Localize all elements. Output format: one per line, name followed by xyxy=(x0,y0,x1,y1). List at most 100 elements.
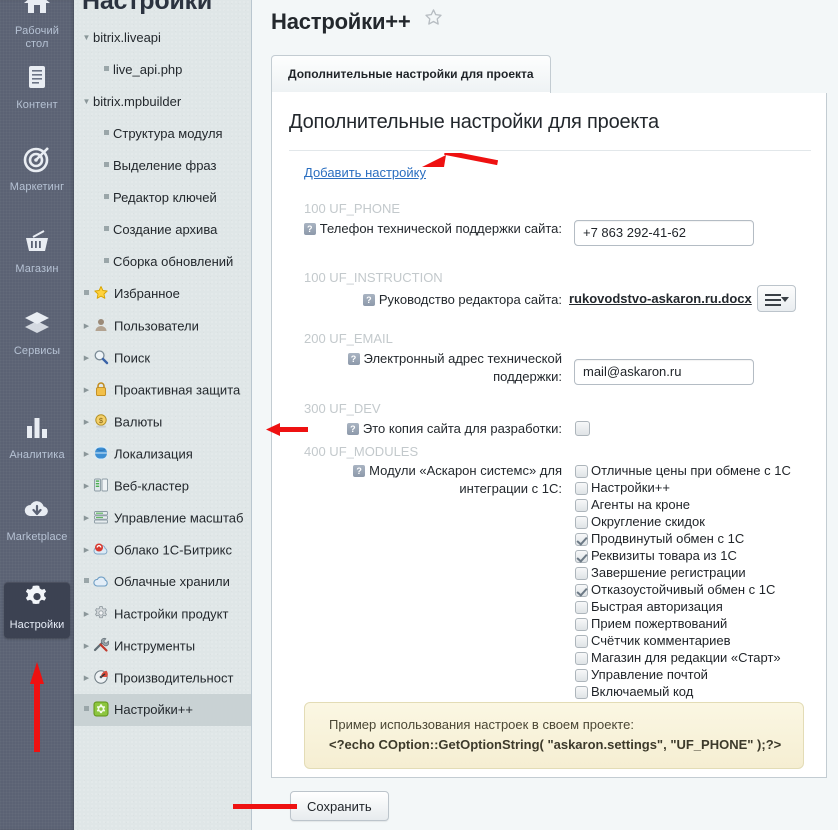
coin-icon: $ xyxy=(93,413,110,430)
module-checkbox-item[interactable]: Настройки++ xyxy=(575,479,791,496)
pointer-arrow-save xyxy=(233,804,297,809)
save-button[interactable]: Сохранить xyxy=(233,791,389,821)
module-checkbox-item[interactable]: Управление почтой xyxy=(575,666,791,683)
module-checkbox[interactable] xyxy=(575,600,588,614)
expand-toggle-icon[interactable] xyxy=(80,502,93,534)
module-checkbox[interactable] xyxy=(575,634,588,648)
field-row-phone: ? Телефон технической поддержки сайта: +7… xyxy=(272,220,828,260)
tree-item[interactable]: Сборка обновлений xyxy=(74,246,251,278)
tree-item[interactable]: Инструменты xyxy=(74,630,251,662)
rail-item-marketing[interactable]: Маркетинг xyxy=(4,144,70,200)
tree-item[interactable]: Редактор ключей xyxy=(74,182,251,214)
rail-item-services[interactable]: Сервисы xyxy=(4,308,70,364)
tree-item[interactable]: Создание архива xyxy=(74,214,251,246)
module-checkbox[interactable] xyxy=(575,549,588,563)
tree-item[interactable]: Производительност xyxy=(74,662,251,694)
module-checkbox[interactable] xyxy=(575,566,588,580)
tree-item[interactable]: bitrix.liveapi xyxy=(74,22,251,54)
expand-toggle-icon[interactable] xyxy=(80,22,93,54)
tab-additional-project-settings[interactable]: Дополнительные настройки для проекта xyxy=(271,55,551,94)
email-input[interactable]: mail@askaron.ru xyxy=(574,359,754,385)
dev-copy-checkbox[interactable] xyxy=(575,421,590,436)
module-checkbox-item[interactable]: Отличные цены при обмене с 1С xyxy=(575,462,791,479)
tree-item[interactable]: Веб-кластер xyxy=(74,470,251,502)
expand-toggle-icon[interactable] xyxy=(80,598,93,630)
module-checkbox-item[interactable]: Реквизиты товара из 1С xyxy=(575,547,791,564)
module-checkbox-item[interactable]: Магазин для редакции «Старт» xyxy=(575,649,791,666)
tree-item-label: Поиск xyxy=(114,350,151,366)
tree-item[interactable]: $ Валюты xyxy=(74,406,251,438)
help-icon[interactable]: ? xyxy=(346,422,359,435)
module-checkbox-item[interactable]: Продвинутый обмен с 1С xyxy=(575,530,791,547)
expand-toggle-icon[interactable] xyxy=(80,534,93,566)
module-checkbox-item[interactable]: Завершение регистрации xyxy=(575,564,791,581)
tree-item[interactable]: Пользователи xyxy=(74,310,251,342)
tree-item[interactable]: Настройки продукт xyxy=(74,598,251,630)
tree-item[interactable]: Проактивная защита xyxy=(74,374,251,406)
lock-icon xyxy=(93,381,110,398)
expand-toggle-icon[interactable] xyxy=(80,470,93,502)
phone-input[interactable]: +7 863 292-41-62 xyxy=(574,220,754,246)
tree-item[interactable]: Поиск xyxy=(74,342,251,374)
rail-item-content[interactable]: Контент xyxy=(4,62,70,118)
expand-toggle-icon[interactable] xyxy=(80,438,93,470)
expand-toggle-icon[interactable] xyxy=(80,342,93,374)
module-checkbox[interactable] xyxy=(575,532,588,546)
rail-label: Аналитика xyxy=(9,449,65,461)
module-checkbox[interactable] xyxy=(575,515,588,529)
module-checkbox-item[interactable]: Агенты на кроне xyxy=(575,496,791,513)
module-checkbox[interactable] xyxy=(575,668,588,682)
tree-item[interactable]: Избранное xyxy=(74,278,251,310)
expand-toggle-icon[interactable] xyxy=(80,406,93,438)
tree-item[interactable]: Управление масштаб xyxy=(74,502,251,534)
module-checkbox-label: Продвинутый обмен с 1С xyxy=(591,531,745,546)
rail-item-settings[interactable]: Настройки xyxy=(4,582,70,638)
help-icon[interactable]: ? xyxy=(303,222,316,235)
help-icon[interactable]: ? xyxy=(362,293,375,306)
tab-strip: Дополнительные настройки для проекта xyxy=(271,55,827,94)
expand-toggle-icon[interactable] xyxy=(80,86,93,118)
attached-file-link[interactable]: rukovodstvo-askaron.ru.docx xyxy=(569,291,752,306)
expand-toggle-icon[interactable] xyxy=(80,310,93,342)
group-header: 100 UF_PHONE xyxy=(304,201,401,216)
module-checkbox[interactable] xyxy=(575,583,588,597)
tree-item-label: Производительност xyxy=(114,670,234,686)
module-checkbox[interactable] xyxy=(575,464,588,478)
cloud-icon xyxy=(93,573,110,590)
module-checkbox-item[interactable]: Быстрая авторизация xyxy=(575,598,791,615)
module-checkbox[interactable] xyxy=(575,498,588,512)
tree-item[interactable]: Локализация xyxy=(74,438,251,470)
module-checkbox-item[interactable]: Округление скидок xyxy=(575,513,791,530)
tree-item[interactable]: Структура модуля xyxy=(74,118,251,150)
expand-toggle-icon[interactable] xyxy=(80,630,93,662)
tree-item[interactable]: live_api.php xyxy=(74,54,251,86)
module-checkbox-item[interactable]: Прием пожертвований xyxy=(575,615,791,632)
module-checkbox[interactable] xyxy=(575,685,588,699)
add-setting-link[interactable]: Добавить настройку xyxy=(304,153,498,180)
module-checkbox-item[interactable]: Отказоустойчивый обмен с 1С xyxy=(575,581,791,598)
tree-item[interactable]: bitrix.mpbuilder xyxy=(74,86,251,118)
tree-item[interactable]: Облачные хранили xyxy=(74,566,251,598)
rail-item-desktop[interactable]: Рабочий стол xyxy=(4,0,70,57)
rail-item-shop[interactable]: Магазин xyxy=(4,226,70,282)
tree-item[interactable]: Выделение фраз xyxy=(74,150,251,182)
expand-toggle-icon[interactable] xyxy=(80,374,93,406)
tree-item-label: Сборка обновлений xyxy=(113,254,234,269)
module-checkbox[interactable] xyxy=(575,651,588,665)
module-checkbox[interactable] xyxy=(575,617,588,631)
star-outline-icon[interactable] xyxy=(424,8,443,32)
module-checkbox[interactable] xyxy=(575,481,588,495)
file-menu-button[interactable] xyxy=(757,285,796,312)
expand-toggle-icon[interactable] xyxy=(80,662,93,694)
gear-gray-icon xyxy=(93,605,110,622)
help-icon[interactable]: ? xyxy=(353,464,366,477)
tree-item[interactable]: Настройки++ xyxy=(74,694,251,726)
module-checkbox-item[interactable]: Счётчик комментариев xyxy=(575,632,791,649)
rail-item-analytics[interactable]: Аналитика xyxy=(4,412,70,468)
main-content: Настройки++ Дополнительные настройки для… xyxy=(233,0,838,830)
tree-item[interactable]: Облако 1С-Битрикс xyxy=(74,534,251,566)
rail-item-marketplace[interactable]: Marketplace xyxy=(4,494,70,550)
module-checkbox-item[interactable]: Включаемый код xyxy=(575,683,791,700)
group-header: 400 UF_MODULES xyxy=(304,444,419,459)
help-icon[interactable]: ? xyxy=(347,352,360,365)
